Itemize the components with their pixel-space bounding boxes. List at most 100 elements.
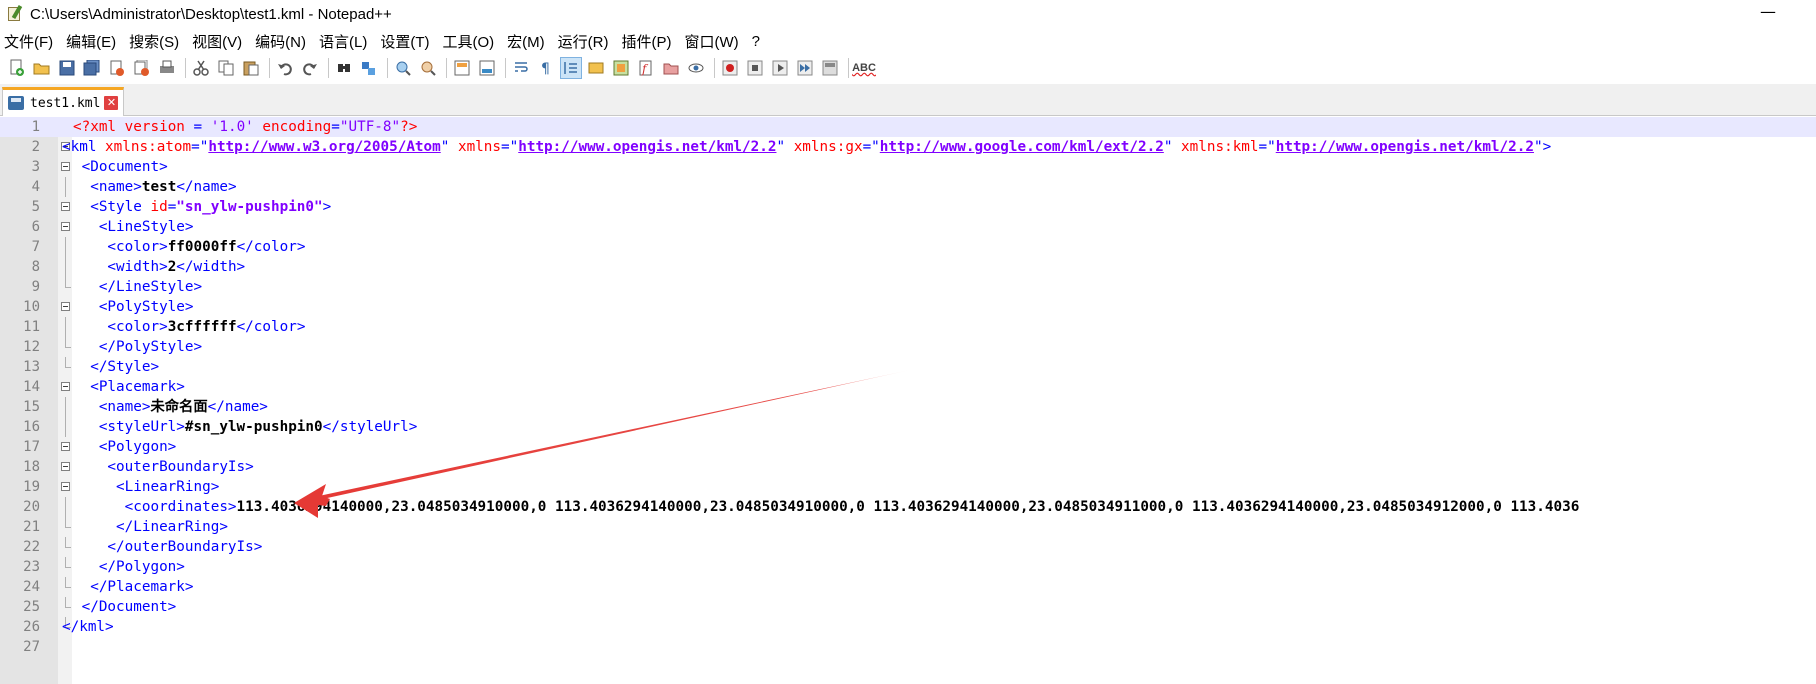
undo-icon[interactable] bbox=[274, 57, 296, 79]
fold-toggle[interactable] bbox=[61, 382, 70, 391]
code-line-5[interactable]: 5 <Style id="sn_ylw-pushpin0"> bbox=[0, 197, 1816, 217]
cut-icon[interactable] bbox=[190, 57, 212, 79]
spellcheck-icon[interactable]: ABC bbox=[852, 57, 876, 79]
fold-guide bbox=[65, 497, 66, 517]
code-line-8[interactable]: 8 <width>2</width> bbox=[0, 257, 1816, 277]
code-text: </Style> bbox=[73, 359, 160, 375]
sync-vertical-icon[interactable] bbox=[451, 57, 473, 79]
fold-toggle[interactable] bbox=[61, 442, 70, 451]
word-wrap-icon[interactable] bbox=[510, 57, 532, 79]
open-file-icon[interactable] bbox=[31, 57, 53, 79]
record-macro-icon[interactable] bbox=[719, 57, 741, 79]
menu-encoding[interactable]: 编码(N) bbox=[255, 31, 306, 52]
print-icon[interactable] bbox=[156, 57, 178, 79]
menu-tools[interactable]: 工具(O) bbox=[442, 31, 494, 52]
menu-plugins[interactable]: 插件(P) bbox=[621, 31, 671, 52]
code-line-17[interactable]: 17 <Polygon> bbox=[0, 437, 1816, 457]
code-line-21[interactable]: 21 </LinearRing> bbox=[0, 517, 1816, 537]
code-line-26[interactable]: 26 </kml> bbox=[0, 617, 1816, 637]
find-icon[interactable] bbox=[333, 57, 355, 79]
menu-edit[interactable]: 编辑(E) bbox=[66, 31, 116, 52]
code-line-14[interactable]: 14 <Placemark> bbox=[0, 377, 1816, 397]
code-line-23[interactable]: 23 </Polygon> bbox=[0, 557, 1816, 577]
code-text: </Polygon> bbox=[73, 559, 185, 575]
fold-toggle[interactable] bbox=[61, 222, 70, 231]
code-line-2[interactable]: 2 <kml xmlns:atom="http://www.w3.org/200… bbox=[0, 137, 1816, 157]
new-file-icon[interactable] bbox=[6, 57, 28, 79]
tab-close-button[interactable]: ✕ bbox=[104, 96, 119, 110]
indent-guide-icon[interactable] bbox=[560, 57, 582, 79]
code-line-24[interactable]: 24 </Placemark> bbox=[0, 577, 1816, 597]
code-line-15[interactable]: 15 <name>未命名面</name> bbox=[0, 397, 1816, 417]
redo-icon[interactable] bbox=[299, 57, 321, 79]
code-line-22[interactable]: 22 </outerBoundaryIs> bbox=[0, 537, 1816, 557]
save-icon[interactable] bbox=[56, 57, 78, 79]
fold-toggle[interactable] bbox=[61, 162, 70, 171]
svg-text:¶: ¶ bbox=[541, 61, 550, 76]
play-macro-icon[interactable] bbox=[769, 57, 791, 79]
line-number: 27 bbox=[23, 639, 40, 655]
line-number: 9 bbox=[31, 279, 40, 295]
code-line-10[interactable]: 10 <PolyStyle> bbox=[0, 297, 1816, 317]
code-line-20[interactable]: 20 <coordinates>113.4036294140000,23.048… bbox=[0, 497, 1816, 517]
code-line-25[interactable]: 25 </Document> bbox=[0, 597, 1816, 617]
folder-workspace-icon[interactable] bbox=[660, 57, 682, 79]
code-text: </kml> bbox=[62, 619, 114, 635]
code-line-16[interactable]: 16 <styleUrl>#sn_ylw-pushpin0</styleUrl> bbox=[0, 417, 1816, 437]
save-macro-icon[interactable] bbox=[819, 57, 841, 79]
run-macro-multiple-icon[interactable] bbox=[794, 57, 816, 79]
stop-macro-icon[interactable] bbox=[744, 57, 766, 79]
zoom-out-icon[interactable] bbox=[417, 57, 439, 79]
save-all-icon[interactable] bbox=[81, 57, 103, 79]
sync-horizontal-icon[interactable] bbox=[476, 57, 498, 79]
code-line-12[interactable]: 12 </PolyStyle> bbox=[0, 337, 1816, 357]
copy-icon[interactable] bbox=[215, 57, 237, 79]
fold-toggle[interactable] bbox=[61, 462, 70, 471]
replace-icon[interactable] bbox=[358, 57, 380, 79]
monitor-icon[interactable] bbox=[685, 57, 707, 79]
menu-run[interactable]: 运行(R) bbox=[558, 31, 609, 52]
menu-help[interactable]: ? bbox=[752, 33, 760, 50]
line-number: 4 bbox=[31, 179, 40, 195]
menu-search[interactable]: 搜索(S) bbox=[129, 31, 179, 52]
code-line-27[interactable]: 27 bbox=[0, 637, 1816, 657]
doc-map-icon[interactable] bbox=[610, 57, 632, 79]
menu-file[interactable]: 文件(F) bbox=[4, 31, 53, 52]
minimize-button[interactable]: — bbox=[1760, 2, 1776, 21]
menu-settings[interactable]: 设置(T) bbox=[380, 31, 429, 52]
code-line-3[interactable]: 3 <Document> bbox=[0, 157, 1816, 177]
code-line-18[interactable]: 18 <outerBoundaryIs> bbox=[0, 457, 1816, 477]
code-line-4[interactable]: 4 <name>test</name> bbox=[0, 177, 1816, 197]
fold-end-guide bbox=[65, 517, 71, 528]
code-text: <styleUrl>#sn_ylw-pushpin0</styleUrl> bbox=[73, 419, 418, 435]
code-line-1[interactable]: 1 <?xml version = '1.0' encoding="UTF-8"… bbox=[0, 117, 1816, 137]
code-line-7[interactable]: 7 <color>ff0000ff</color> bbox=[0, 237, 1816, 257]
function-list-icon[interactable]: f bbox=[635, 57, 657, 79]
editor[interactable]: 1 <?xml version = '1.0' encoding="UTF-8"… bbox=[0, 117, 1816, 684]
tab-test1-kml[interactable]: test1.kml ✕ bbox=[2, 87, 124, 116]
menu-language[interactable]: 语言(L) bbox=[319, 31, 367, 52]
menu-view[interactable]: 视图(V) bbox=[192, 31, 242, 52]
close-icon[interactable] bbox=[106, 57, 128, 79]
zoom-in-icon[interactable] bbox=[392, 57, 414, 79]
code-text: <color>ff0000ff</color> bbox=[73, 239, 306, 255]
code-line-6[interactable]: 6 <LineStyle> bbox=[0, 217, 1816, 237]
menu-macro[interactable]: 宏(M) bbox=[507, 31, 545, 52]
code-line-19[interactable]: 19 <LinearRing> bbox=[0, 477, 1816, 497]
fold-toggle[interactable] bbox=[61, 202, 70, 211]
fold-end-guide bbox=[65, 597, 71, 608]
line-number: 11 bbox=[23, 319, 40, 335]
menu-window[interactable]: 窗口(W) bbox=[684, 31, 738, 52]
line-number: 15 bbox=[23, 399, 40, 415]
toolbar-separator bbox=[387, 58, 388, 78]
fold-toggle[interactable] bbox=[61, 482, 70, 491]
code-line-11[interactable]: 11 <color>3cffffff</color> bbox=[0, 317, 1816, 337]
close-all-icon[interactable] bbox=[131, 57, 153, 79]
code-line-13[interactable]: 13 </Style> bbox=[0, 357, 1816, 377]
fold-toggle[interactable] bbox=[61, 302, 70, 311]
show-all-chars-icon[interactable]: ¶ bbox=[535, 57, 557, 79]
udl-icon[interactable] bbox=[585, 57, 607, 79]
code-line-9[interactable]: 9 </LineStyle> bbox=[0, 277, 1816, 297]
fold-end-guide bbox=[65, 277, 71, 288]
paste-icon[interactable] bbox=[240, 57, 262, 79]
